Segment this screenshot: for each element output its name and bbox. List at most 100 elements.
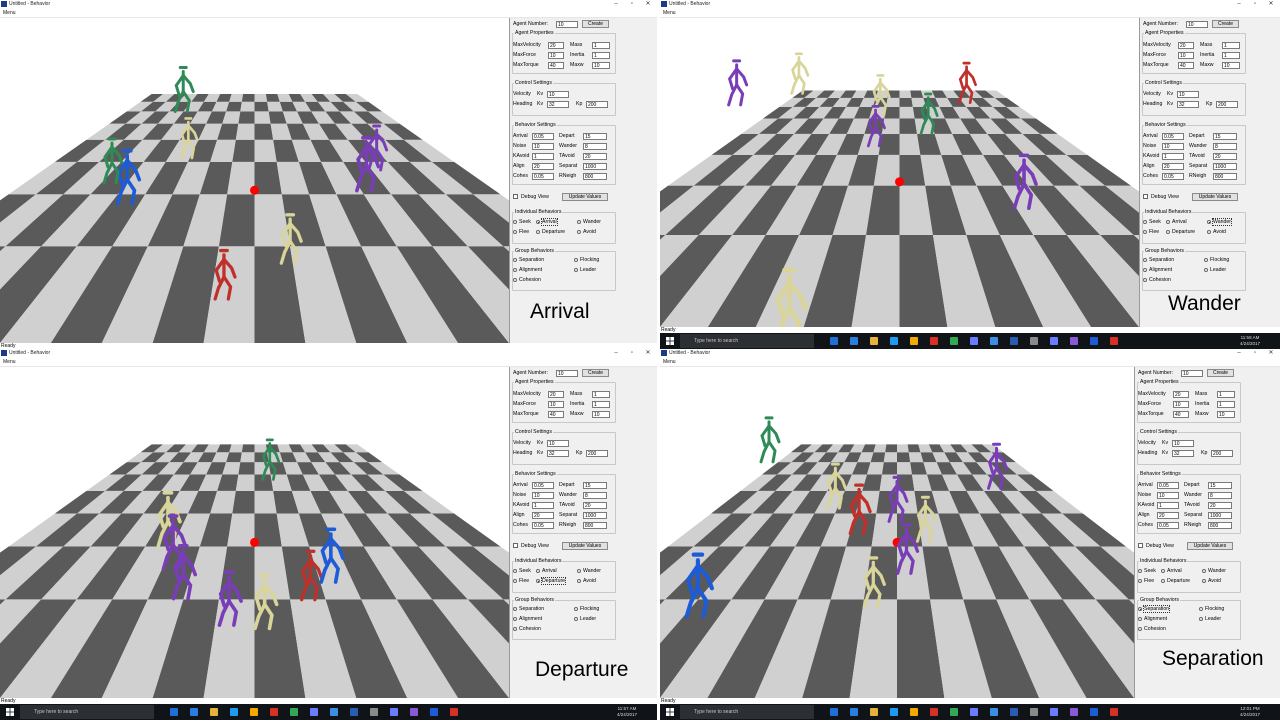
taskbar-app-icon[interactable] [930,708,938,716]
target-marker[interactable] [895,177,904,187]
taskbar-app-icon[interactable] [310,708,318,716]
arrival-input[interactable]: 0.05 [1157,482,1179,489]
departure-radio[interactable] [1166,230,1170,234]
kavoid-input[interactable]: 1 [532,153,554,160]
arrival-radio[interactable] [1161,569,1165,573]
flocking-radio[interactable] [574,607,578,611]
menu-item[interactable]: Menu [3,10,16,16]
align-input[interactable]: 20 [532,512,554,519]
max-torque-input[interactable]: 40 [1178,62,1194,69]
debug-view-checkbox[interactable] [513,543,518,548]
taskbar-app-icon[interactable] [410,708,418,716]
create-button[interactable]: Create [1212,20,1239,28]
cohesion-radio[interactable] [513,278,517,282]
taskbar-app-icon[interactable] [1010,337,1018,345]
separation-radio[interactable] [513,258,517,262]
velocity-kv-input[interactable]: 10 [547,91,569,98]
kp-input[interactable]: 200 [1216,101,1238,108]
maximize-icon[interactable]: ▫ [1250,0,1260,9]
seek-radio[interactable] [1143,220,1147,224]
windows-start-icon[interactable] [666,337,674,345]
minimize-icon[interactable]: – [1234,349,1244,358]
separat-input[interactable]: 1000 [1213,163,1237,170]
rneigh-input[interactable]: 800 [583,173,607,180]
velocity-kv-input[interactable]: 10 [1172,440,1194,447]
rneigh-input[interactable]: 800 [583,522,607,529]
update-values-button[interactable]: Update Values [562,193,608,201]
taskbar-app-icon[interactable] [950,337,958,345]
avoid-radio[interactable] [1207,230,1211,234]
flee-radio[interactable] [1138,579,1142,583]
separation-radio[interactable] [513,607,517,611]
noise-input[interactable]: 10 [1157,492,1179,499]
debug-view-checkbox[interactable] [1138,543,1143,548]
arrival-radio[interactable] [536,220,540,224]
update-values-button[interactable]: Update Values [562,542,608,550]
seek-radio[interactable] [1138,569,1142,573]
depart-input[interactable]: 15 [583,133,607,140]
depart-input[interactable]: 15 [1213,133,1237,140]
inertia-input[interactable]: 1 [1222,52,1240,59]
kp-input[interactable]: 200 [1211,450,1233,457]
taskbar-app-icon[interactable] [1050,708,1058,716]
taskbar-app-icon[interactable] [970,337,978,345]
flee-radio[interactable] [513,230,517,234]
minimize-icon[interactable]: – [611,349,621,358]
agent-number-input[interactable]: 10 [1181,370,1203,377]
cohes-input[interactable]: 0.05 [532,522,554,529]
flee-radio[interactable] [513,579,517,583]
kavoid-input[interactable]: 1 [532,502,554,509]
taskbar-app-icon[interactable] [950,708,958,716]
taskbar-app-icon[interactable] [250,708,258,716]
wander-radio[interactable] [577,569,581,573]
update-values-button[interactable]: Update Values [1192,193,1238,201]
taskbar-app-icon[interactable] [1050,337,1058,345]
taskbar-app-icon[interactable] [170,708,178,716]
minimize-icon[interactable]: – [611,0,621,9]
create-button[interactable]: Create [582,369,609,377]
separation-radio[interactable] [1143,258,1147,262]
taskbar-app-icon[interactable] [990,708,998,716]
kavoid-input[interactable]: 1 [1157,502,1179,509]
max-torque-input[interactable]: 40 [1173,411,1189,418]
kavoid-input[interactable]: 1 [1162,153,1184,160]
target-marker[interactable] [250,537,259,547]
inertia-input[interactable]: 1 [592,52,610,59]
taskbar-app-icon[interactable] [1110,337,1118,345]
taskbar-app-icon[interactable] [990,337,998,345]
wander-radio[interactable] [1207,220,1211,224]
max-velocity-input[interactable]: 20 [1173,391,1189,398]
3d-viewport[interactable] [0,367,509,698]
taskbar-app-icon[interactable] [390,708,398,716]
taskbar-app-icon[interactable] [930,337,938,345]
separat-input[interactable]: 1000 [1208,512,1232,519]
heading-kv-input[interactable]: 32 [1172,450,1194,457]
wander-input[interactable]: 8 [583,143,607,150]
3d-viewport[interactable] [0,18,509,343]
maxw-input[interactable]: 10 [592,62,610,69]
heading-kv-input[interactable]: 32 [547,450,569,457]
depart-input[interactable]: 15 [1208,482,1232,489]
flee-radio[interactable] [1143,230,1147,234]
velocity-kv-input[interactable]: 10 [547,440,569,447]
taskbar-app-icon[interactable] [230,708,238,716]
taskbar-app-icon[interactable] [910,337,918,345]
debug-view-checkbox[interactable] [513,194,518,199]
cohesion-radio[interactable] [1138,627,1142,631]
alignment-radio[interactable] [1138,617,1142,621]
inertia-input[interactable]: 1 [592,401,610,408]
close-icon[interactable]: ✕ [643,349,653,358]
leader-radio[interactable] [574,617,578,621]
cohesion-radio[interactable] [513,627,517,631]
avoid-radio[interactable] [577,579,581,583]
close-icon[interactable]: ✕ [1266,349,1276,358]
mass-input[interactable]: 1 [1222,42,1240,49]
taskbar-app-icon[interactable] [890,708,898,716]
menu-item[interactable]: Menu [3,359,16,365]
tavoid-input[interactable]: 20 [583,153,607,160]
max-force-input[interactable]: 10 [548,401,564,408]
agent-number-input[interactable]: 10 [556,370,578,377]
maximize-icon[interactable]: ▫ [627,349,637,358]
separation-radio[interactable] [1138,607,1142,611]
agent-number-input[interactable]: 10 [1186,21,1208,28]
